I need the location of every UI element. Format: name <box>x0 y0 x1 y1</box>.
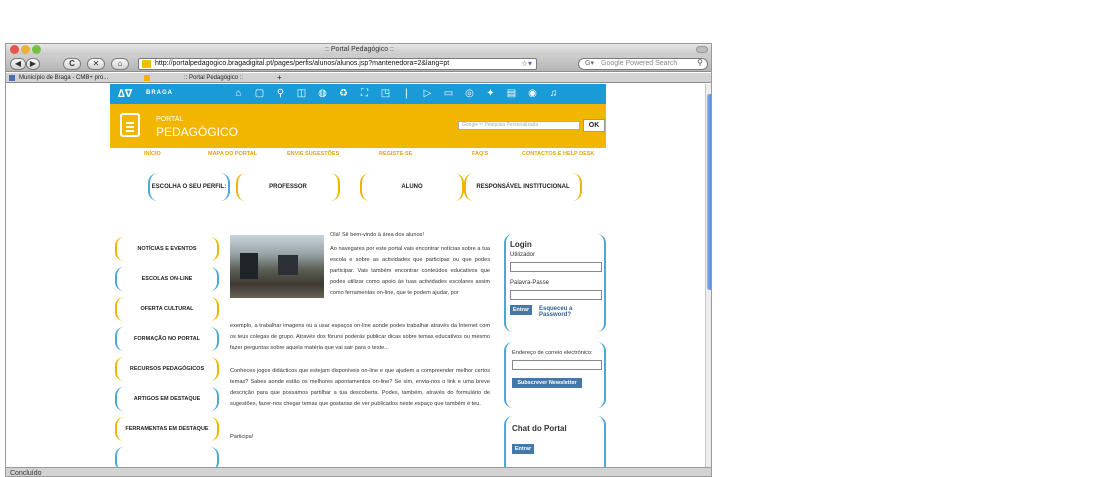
site-top-nav: ∆∇ BRAGA ⌂ ▢ ⚲ ◫ ◍ ♻ ⛶ ◳ ❘ ▷ ▭ ◎ ✦ ▤ ◉ ♫ <box>110 84 606 104</box>
menu-item-faqs[interactable]: FAQ'S <box>472 151 488 157</box>
login-title: Login <box>510 240 532 249</box>
braga-logo-icon[interactable]: ∆∇ <box>118 87 132 100</box>
nav-icons: ⌂ ▢ ⚲ ◫ ◍ ♻ ⛶ ◳ ❘ ▷ ▭ ◎ ✦ ▤ ◉ ♫ <box>228 87 564 101</box>
password-label: Palavra-Passe <box>510 280 550 286</box>
left-menu-ferramentas[interactable]: FERRAMENTAS EM DESTAQUE <box>115 417 219 441</box>
left-menu-noticias[interactable]: NOTÍCIAS E EVENTOS <box>115 237 219 261</box>
bookmark-favicon-icon <box>9 75 15 81</box>
article-greeting: Olá! Sê bem-vindo à área dos alunos! <box>330 232 424 238</box>
menu-item-mapa[interactable]: MAPA DO PORTAL <box>208 151 257 157</box>
bookmark-tab-portal[interactable]: :: Portal Pedagógico :: <box>184 73 243 83</box>
portal-page: ∆∇ BRAGA ⌂ ▢ ⚲ ◫ ◍ ♻ ⛶ ◳ ❘ ▷ ▭ ◎ ✦ ▤ ◉ ♫ PORTAL PEDAGÓG… <box>110 84 606 467</box>
nav-icon-7[interactable]: ⛶ <box>354 87 375 101</box>
chat-enter-button[interactable]: Entrar <box>512 444 534 454</box>
nav-icon-9[interactable]: ❘ <box>396 87 417 101</box>
nav-icon-16[interactable]: ♫ <box>543 87 564 101</box>
bookmarks-bar: Município de Braga - CMB+ pró... :: Port… <box>6 73 711 83</box>
portal-document-icon <box>120 113 140 137</box>
user-label: Utilizador <box>510 252 536 258</box>
main-menu: INÍCIO MAPA DO PORTAL ENVIE SUGESTÕES RE… <box>110 148 606 162</box>
home-button[interactable]: ⌂ <box>111 58 129 70</box>
menu-item-inicio[interactable]: INÍCIO <box>144 151 161 157</box>
password-field[interactable] <box>510 290 602 300</box>
left-menu-formacao[interactable]: FORMAÇÃO NO PORTAL <box>115 327 219 351</box>
status-text: Concluído <box>10 470 42 477</box>
search-placeholder: Google Powered Search <box>601 60 678 67</box>
students-photo <box>230 235 324 298</box>
site-favicon-icon <box>142 60 151 68</box>
newsletter-email-field[interactable] <box>512 360 602 370</box>
subscribe-newsletter-button[interactable]: Subscrever Newsletter <box>512 378 582 388</box>
menu-item-registe[interactable]: REGISTE-SE <box>379 151 412 157</box>
stop-button[interactable]: ✕ <box>87 58 105 70</box>
nav-icon-14[interactable]: ▤ <box>501 87 522 101</box>
left-menu-oferta[interactable]: OFERTA CULTURAL <box>115 297 219 321</box>
vertical-scrollbar[interactable] <box>705 84 711 467</box>
nav-icon-4[interactable]: ◫ <box>291 87 312 101</box>
toolbar-toggle-button[interactable] <box>696 46 708 53</box>
newsletter-box: Endereço de correio electrónico: Subscre… <box>504 342 606 408</box>
username-field[interactable] <box>510 262 602 272</box>
bookmark-favicon-icon <box>144 75 150 81</box>
nav-icon-1[interactable]: ⌂ <box>228 87 249 101</box>
profile-aluno-button[interactable]: ALUNO <box>360 173 464 201</box>
nav-icon-10[interactable]: ▷ <box>417 87 438 101</box>
profile-professor-button[interactable]: PROFESSOR <box>236 173 340 201</box>
menu-item-sugestoes[interactable]: ENVIE SUGESTÕES <box>287 151 339 157</box>
nav-icon-5[interactable]: ◍ <box>312 87 333 101</box>
menu-item-contactos[interactable]: CONTACTOS E HELP DESK <box>522 151 594 157</box>
site-search-ok-button[interactable]: OK <box>583 119 605 132</box>
bookmark-star-icon[interactable]: ☆▾ <box>521 59 532 69</box>
google-search-icon: G▾ <box>585 60 594 67</box>
photo-detail <box>278 255 298 275</box>
back-button[interactable]: ◀ <box>10 58 26 70</box>
portal-title-line2: PEDAGÓGICO <box>156 125 239 139</box>
chat-title: Chat do Portal <box>512 424 567 433</box>
nav-icon-8[interactable]: ◳ <box>375 87 396 101</box>
portal-title-line1: PORTAL <box>156 116 184 123</box>
nav-icon-2[interactable]: ▢ <box>249 87 270 101</box>
address-bar[interactable]: http://portalpedagogico.bragadigital.pt/… <box>138 58 537 70</box>
nav-icon-3[interactable]: ⚲ <box>270 87 291 101</box>
login-button[interactable]: Entrar <box>510 305 532 315</box>
magnifier-icon[interactable]: ⚲ <box>697 58 703 67</box>
title-bar: :: Portal Pedagógico :: <box>6 44 711 55</box>
forgot-password-link[interactable]: Esqueceu a Password? <box>539 306 604 318</box>
chat-box: Chat do Portal Entrar <box>504 416 606 467</box>
scroll-thumb[interactable] <box>707 94 711 290</box>
url-text: http://portalpedagogico.bragadigital.pt/… <box>155 60 450 67</box>
left-menu-recursos[interactable]: RECURSOS PEDAGÓGICOS <box>115 357 219 381</box>
photo-detail <box>240 253 258 279</box>
nav-icon-13[interactable]: ✦ <box>480 87 501 101</box>
login-box: Login Utilizador Palavra-Passe Entrar Es… <box>504 234 606 332</box>
article-paragraph-1-side: Ao navegares por este portal vais encont… <box>330 246 490 296</box>
article-paragraph-3: Participa! <box>230 434 254 440</box>
bookmark-tab-municipio[interactable]: Município de Braga - CMB+ pró... <box>19 73 108 83</box>
profile-prompt: ESCOLHA O SEU PERFIL: <box>148 173 230 201</box>
left-menu-escolas[interactable]: ESCOLAS ON-LINE <box>115 267 219 291</box>
new-tab-icon[interactable]: + <box>277 73 282 83</box>
window-title: :: Portal Pedagógico :: <box>325 46 394 53</box>
newsletter-label: Endereço de correio electrónico: <box>512 350 593 356</box>
logo-text: BRAGA <box>146 90 173 96</box>
nav-icon-12[interactable]: ◎ <box>459 87 480 101</box>
browser-toolbar: ◀ ▶ C ✕ ⌂ http://portalpedagogico.bragad… <box>6 55 711 72</box>
profile-responsavel-button[interactable]: RESPONSÁVEL INSTITUCIONAL <box>464 173 582 201</box>
nav-icon-15[interactable]: ◉ <box>522 87 543 101</box>
left-menu-next[interactable] <box>115 447 219 467</box>
portal-banner: PORTAL PEDAGÓGICO Google™ Pesquisa Perso… <box>110 104 606 148</box>
nav-icon-6[interactable]: ♻ <box>333 87 354 101</box>
browser-window: :: Portal Pedagógico :: ◀ ▶ C ✕ ⌂ http:/… <box>5 43 712 477</box>
left-menu-artigos[interactable]: ARTIGOS EM DESTAQUE <box>115 387 219 411</box>
reload-button[interactable]: C <box>63 58 81 70</box>
site-search-input[interactable]: Google™ Pesquisa Personalizada <box>458 121 580 130</box>
article-paragraph-1: exemplo, a trabalhar imagens ou a usar e… <box>230 323 490 351</box>
search-input[interactable]: G▾ Google Powered Search ⚲ <box>578 58 708 70</box>
page-viewport: ∆∇ BRAGA ⌂ ▢ ⚲ ◫ ◍ ♻ ⛶ ◳ ❘ ▷ ▭ ◎ ✦ ▤ ◉ ♫ PORTAL PEDAGÓG… <box>6 84 705 467</box>
nav-icon-11[interactable]: ▭ <box>438 87 459 101</box>
status-bar: Concluído <box>6 467 711 477</box>
article-paragraph-2: Conheces jogos didácticos que estejam di… <box>230 368 490 407</box>
forward-button[interactable]: ▶ <box>26 58 40 70</box>
